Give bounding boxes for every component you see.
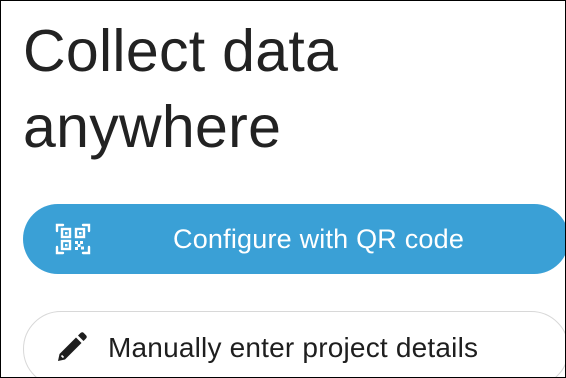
screen: Collect data anywhere Configure with QR … bbox=[0, 0, 566, 378]
page-title: Collect data anywhere bbox=[23, 13, 338, 165]
manually-enter-project-details-button[interactable]: Manually enter project details bbox=[23, 311, 565, 377]
page-title-line-1: Collect data bbox=[23, 18, 339, 84]
qr-code-icon bbox=[55, 223, 91, 255]
configure-with-qr-code-label: Configure with QR code bbox=[173, 224, 465, 254]
manually-enter-project-details-label: Manually enter project details bbox=[108, 332, 479, 363]
configure-with-qr-code-button[interactable]: Configure with QR code bbox=[23, 204, 565, 274]
page-title-line-2: anywhere bbox=[23, 94, 282, 160]
pencil-icon bbox=[58, 332, 87, 361]
